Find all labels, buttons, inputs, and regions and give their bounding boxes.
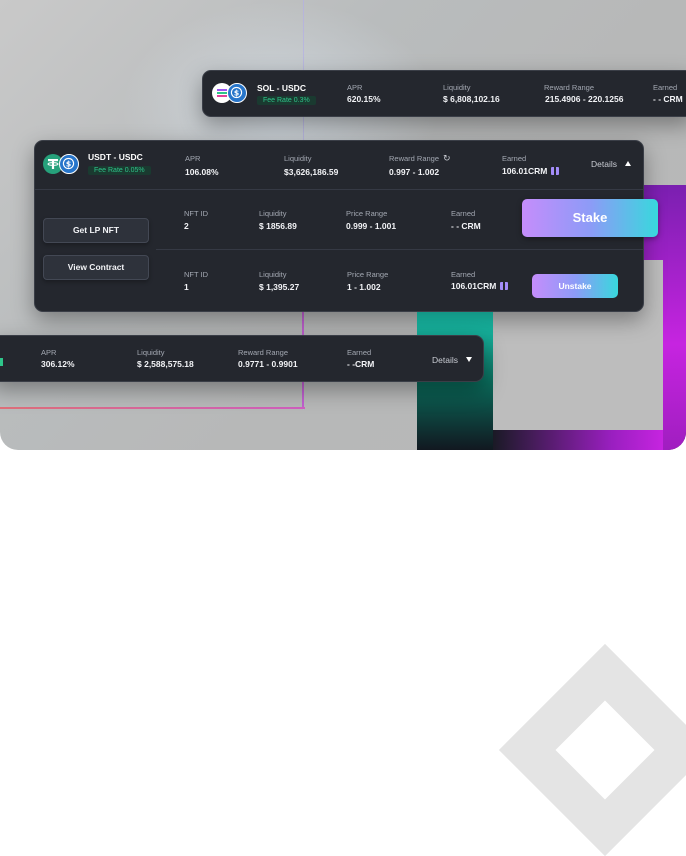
get-lp-nft-button[interactable]: Get LP NFT xyxy=(43,218,149,243)
unstake-button[interactable]: Unstake xyxy=(532,274,618,298)
apr-label: APR xyxy=(185,154,201,163)
view-contract-button[interactable]: View Contract xyxy=(43,255,149,280)
reward-range-value: 215.4906 - 220.1256 xyxy=(545,94,624,104)
details-label: Details xyxy=(591,159,617,169)
nft-id-label: NFT ID xyxy=(184,270,209,279)
earned-value: 106.01CRM xyxy=(451,281,497,291)
reward-range-label-text: Reward Range xyxy=(389,154,440,163)
usdc-coin-icon: $ xyxy=(227,83,247,103)
price-range-label: Price Range xyxy=(347,270,389,279)
earned-value: - - CRM xyxy=(451,221,481,231)
gift-icon[interactable] xyxy=(500,282,509,290)
fee-rate-badge-edge xyxy=(0,358,3,366)
apr-value: 620.15% xyxy=(347,94,381,104)
details-toggle[interactable]: Details xyxy=(432,355,472,365)
reward-range-label: Reward Range ↻ xyxy=(389,153,451,164)
usdc-coin-icon: $ xyxy=(59,154,79,174)
caret-down-icon xyxy=(465,357,472,362)
pool-card-sol-usdc[interactable]: $ SOL - USDC Fee Rate 0.3% APR 620.15% L… xyxy=(202,70,686,117)
refresh-icon[interactable]: ↻ xyxy=(443,153,451,164)
caret-up-icon xyxy=(624,161,631,166)
nft-id-value: 2 xyxy=(184,221,189,231)
liquidity-label: Liquidity xyxy=(443,83,471,92)
earned-label: Earned xyxy=(653,83,678,92)
apr-label: APR xyxy=(347,83,363,92)
earned-value-row: 106.01CRM xyxy=(451,281,509,291)
svg-text:$: $ xyxy=(66,159,71,168)
details-label: Details xyxy=(432,355,458,365)
decorative-diamond xyxy=(498,643,686,856)
apr-value: 306.12% xyxy=(41,359,75,369)
pool-pair-name: SOL - USDC xyxy=(257,83,306,93)
fee-rate-badge: Fee Rate 0.3% xyxy=(257,96,316,105)
fee-rate-badge: Fee Rate 0.05% xyxy=(88,166,151,175)
earned-value: - -CRM xyxy=(347,359,375,369)
neon-bottom-edge xyxy=(493,430,663,450)
liquidity-label: Liquidity xyxy=(284,154,312,163)
pool-pair-name: USDT - USDC xyxy=(88,152,143,162)
liquidity-label: Liquidity xyxy=(259,270,287,279)
earned-label: Earned xyxy=(347,348,372,357)
earned-value: 106.01CRM xyxy=(502,166,548,176)
nft-id-label: NFT ID xyxy=(184,209,209,218)
liquidity-value: $ 1856.89 xyxy=(259,221,297,231)
stake-button[interactable]: Stake xyxy=(522,199,658,237)
earned-label: Earned xyxy=(451,270,476,279)
reward-range-label: Reward Range xyxy=(544,83,595,92)
reward-range-value: 0.997 - 1.002 xyxy=(389,167,440,177)
row-divider xyxy=(156,249,643,250)
reward-range-value: 0.9771 - 0.9901 xyxy=(238,359,298,369)
price-range-value: 1 - 1.002 xyxy=(347,282,381,292)
liquidity-value: $ 6,808,102.16 xyxy=(443,94,500,104)
liquidity-label: Liquidity xyxy=(259,209,287,218)
background-gradient-line xyxy=(0,407,305,409)
liquidity-value: $3,626,186.59 xyxy=(284,167,339,177)
price-range-label: Price Range xyxy=(346,209,388,218)
pool-card-third[interactable]: APR 306.12% Liquidity $ 2,588,575.18 Rew… xyxy=(0,335,484,382)
nft-id-value: 1 xyxy=(184,282,189,292)
earned-label: Earned xyxy=(502,154,527,163)
card-divider xyxy=(35,189,643,190)
apr-label: APR xyxy=(41,348,57,357)
apr-value: 106.08% xyxy=(185,167,219,177)
earned-label: Earned xyxy=(451,209,476,218)
gift-icon[interactable] xyxy=(551,167,560,175)
liquidity-label: Liquidity xyxy=(137,348,165,357)
reward-range-label: Reward Range xyxy=(238,348,289,357)
price-range-value: 0.999 - 1.001 xyxy=(346,221,397,231)
liquidity-value: $ 1,395.27 xyxy=(259,282,300,292)
details-toggle[interactable]: Details xyxy=(591,159,631,169)
liquidity-value: $ 2,588,575.18 xyxy=(137,359,194,369)
earned-value: - - CRM xyxy=(653,94,683,104)
earned-value-row: 106.01CRM xyxy=(502,166,560,176)
svg-text:$: $ xyxy=(234,88,239,97)
